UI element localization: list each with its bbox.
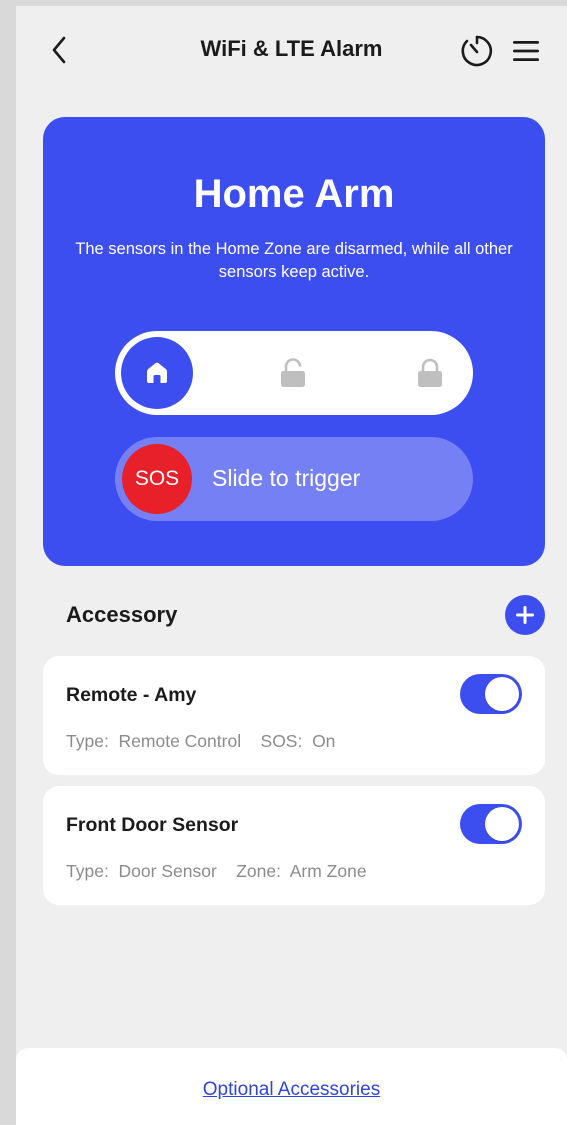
timer-icon	[461, 35, 493, 67]
top-bar: WiFi & LTE Alarm	[16, 6, 567, 96]
home-icon	[147, 362, 167, 383]
accessory-meta: Type: Door Sensor Zone: Arm Zone	[66, 861, 367, 881]
sos-slider-handle[interactable]: SOS	[122, 444, 192, 514]
away-arm-option[interactable]	[415, 357, 445, 389]
sos-slider[interactable]: SOS Slide to trigger	[115, 437, 473, 521]
sos-slider-hint: Slide to trigger	[212, 465, 361, 491]
accessory-enable-toggle[interactable]	[460, 804, 522, 844]
plus-icon	[516, 606, 534, 624]
accessory-name: Remote - Amy	[66, 684, 197, 706]
add-accessory-button[interactable]	[505, 595, 545, 635]
accessory-item-remote[interactable]: Remote - Amy Type: Remote Control SOS: O…	[43, 656, 545, 775]
mode-description: The sensors in the Home Zone are disarme…	[75, 240, 513, 281]
accessory-item-door-sensor[interactable]: Front Door Sensor Type: Door Sensor Zone…	[43, 786, 545, 905]
optional-accessories-link[interactable]: Optional Accessories	[16, 1079, 567, 1101]
locked-icon	[418, 358, 442, 387]
mode-title: Home Arm	[193, 172, 395, 216]
arm-mode-switch[interactable]	[115, 331, 473, 415]
menu-button[interactable]	[509, 35, 543, 67]
accessory-name: Front Door Sensor	[66, 814, 239, 836]
unlocked-icon	[281, 358, 305, 387]
disarm-option[interactable]	[278, 357, 308, 389]
app-screen: WiFi & LTE Alarm Home Arm The sensors in…	[16, 6, 567, 1125]
hamburger-menu-icon	[513, 41, 539, 61]
toggle-knob	[485, 677, 519, 711]
accessory-meta: Type: Remote Control SOS: On	[66, 731, 336, 751]
timer-button[interactable]	[459, 33, 495, 69]
accessory-section-title: Accessory	[66, 602, 178, 627]
accessory-enable-toggle[interactable]	[460, 674, 522, 714]
arm-mode-card: Home Arm The sensors in the Home Zone ar…	[43, 117, 545, 566]
toggle-knob	[485, 807, 519, 841]
home-arm-option[interactable]	[121, 337, 193, 409]
bottom-sheet: Optional Accessories	[16, 1048, 567, 1125]
